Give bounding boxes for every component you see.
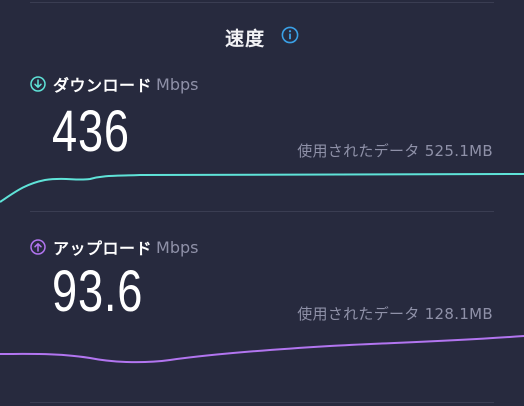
top-divider: [30, 2, 494, 3]
info-icon[interactable]: [281, 26, 299, 49]
upload-speed-value: 93.6: [52, 259, 144, 324]
download-label: ダウンロード: [53, 76, 153, 95]
download-speed-value: 436: [52, 99, 130, 164]
speed-results-panel: 速度 ダウンロード Mbps 436 使用されたデータ 525.1MB アップロ…: [0, 0, 524, 406]
upload-label-row: アップロード Mbps: [30, 235, 198, 259]
upload-speed-graph: [0, 335, 524, 364]
upload-graph-line: [0, 335, 524, 364]
upload-data-used: 使用されたデータ 128.1MB: [297, 303, 493, 324]
arrow-up-circle-icon: [30, 239, 46, 255]
download-data-used-label: 使用されたデータ: [297, 142, 420, 160]
bottom-divider: [30, 402, 494, 403]
arrow-down-circle-icon: [30, 76, 46, 92]
upload-data-used-value: 128.1MB: [424, 305, 493, 323]
download-data-used-value: 525.1MB: [424, 142, 493, 160]
upload-data-used-label: 使用されたデータ: [297, 305, 420, 323]
page-title: 速度: [225, 28, 266, 50]
speed-header: 速度: [0, 24, 524, 51]
download-unit: Mbps: [156, 74, 199, 94]
upload-unit: Mbps: [156, 237, 199, 257]
download-data-used: 使用されたデータ 525.1MB: [297, 140, 493, 161]
download-speed-graph: [0, 173, 524, 203]
download-label-row: ダウンロード Mbps: [30, 72, 198, 96]
download-graph-line: [0, 173, 524, 203]
upload-label: アップロード: [53, 239, 153, 258]
middle-divider: [30, 211, 494, 212]
